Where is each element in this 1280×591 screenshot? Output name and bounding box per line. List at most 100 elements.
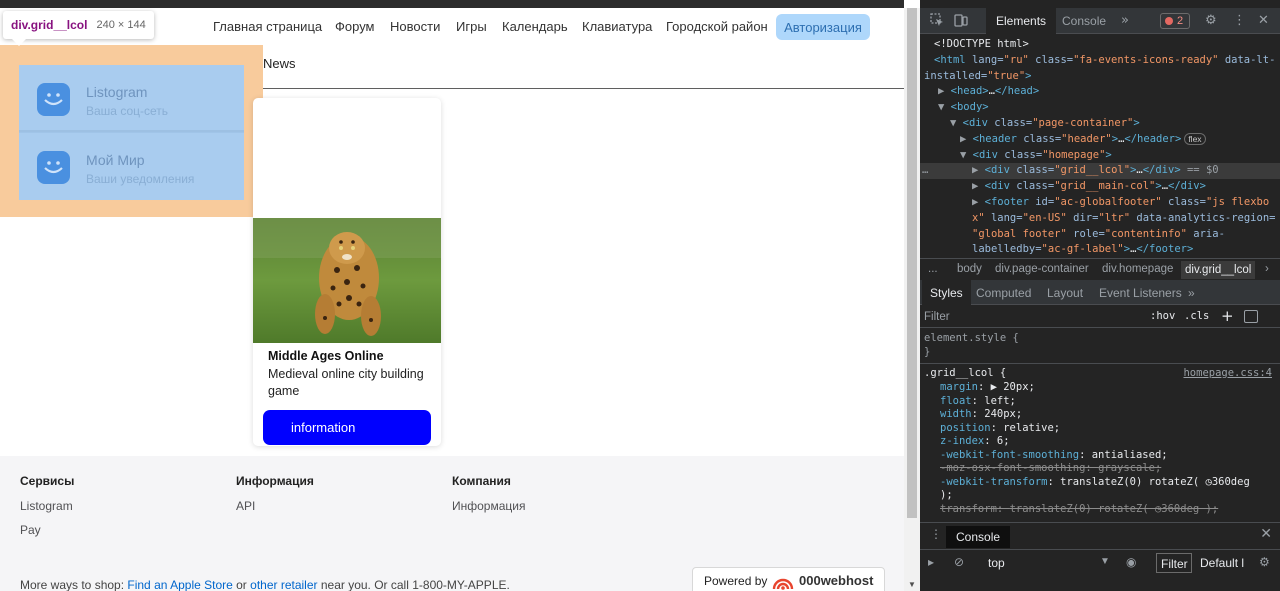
css-property-line[interactable]: -webkit-transform: translateZ(0) rotateZ… <box>920 476 1280 490</box>
nav-item-home[interactable]: Главная страница <box>213 19 322 34</box>
settings-gear-icon[interactable]: ⚙ <box>1205 13 1217 28</box>
css-property-line[interactable]: transform: translateZ(0) rotateZ( ◷360de… <box>920 503 1280 517</box>
lcol-item-my-world[interactable]: Мой Мир Ваши уведомления <box>19 133 244 200</box>
lcol-item-listogram[interactable]: Listogram Ваша соц-сеть <box>19 65 244 132</box>
sidebar-toggle-icon[interactable]: ▸ <box>928 555 934 569</box>
dom-line-actions-icon[interactable]: … <box>922 163 928 179</box>
css-property-line[interactable]: ); <box>920 489 1280 503</box>
close-drawer-icon[interactable]: ✕ <box>1260 526 1272 542</box>
toggle-sidebar-icon[interactable] <box>1244 310 1258 323</box>
more-tabs-icon[interactable]: » <box>1121 13 1129 28</box>
information-button[interactable]: information <box>263 410 431 445</box>
css-property-name[interactable]: -webkit-font-smoothing <box>940 449 1079 461</box>
clear-console-icon[interactable]: ⊘ <box>954 555 964 569</box>
nav-item-keyboard[interactable]: Клавиатура <box>582 19 652 34</box>
tab-layout[interactable]: Layout <box>1047 286 1083 300</box>
css-property-line[interactable]: float: left; <box>920 395 1280 409</box>
more-options-icon[interactable]: ⋮ <box>1233 13 1246 28</box>
close-devtools-icon[interactable]: ✕ <box>1258 13 1269 28</box>
hov-toggle[interactable]: :hov <box>1150 310 1175 322</box>
breadcrumb-homepage[interactable]: div.homepage <box>1102 263 1173 275</box>
new-rule-icon[interactable]: + <box>1221 307 1234 325</box>
drawer-tab-console[interactable]: Console <box>946 526 1011 548</box>
css-property-name[interactable]: z-index <box>940 435 984 447</box>
tab-styles[interactable]: Styles <box>922 280 971 305</box>
styles-filter-input[interactable] <box>924 308 1139 326</box>
css-property-name[interactable]: -moz-osx-font-smoothing <box>940 462 1085 474</box>
css-property-value[interactable]: 6; <box>997 435 1010 447</box>
dom-line[interactable]: ▶ <head>…</head> <box>920 84 1280 100</box>
tab-event-listeners[interactable]: Event Listeners <box>1099 286 1182 300</box>
dom-line[interactable]: ▶ <header class="header">…</header> flex <box>920 132 1280 148</box>
cls-toggle[interactable]: .cls <box>1184 310 1209 322</box>
page-scrollbar[interactable]: ▼ <box>904 8 920 591</box>
footer-link-api[interactable]: API <box>236 499 255 513</box>
live-expression-eye-icon[interactable]: ◉ <box>1126 555 1136 569</box>
dom-line[interactable]: "global footer" role="contentinfo" aria- <box>920 227 1280 243</box>
css-property-name[interactable]: -webkit-transform <box>940 476 1047 488</box>
breadcrumb-scroll-icon[interactable]: › <box>1265 263 1269 275</box>
nav-item-games[interactable]: Игры <box>456 19 487 34</box>
breadcrumb-body[interactable]: body <box>957 263 982 275</box>
dom-line[interactable]: ▼ <div class="homepage"> <box>920 148 1280 164</box>
css-property-line[interactable]: position: relative; <box>920 422 1280 436</box>
css-property-value[interactable]: ); <box>940 489 953 501</box>
device-toolbar-icon[interactable] <box>954 13 968 27</box>
dom-line[interactable]: ▼ <body> <box>920 100 1280 116</box>
rule-source-link[interactable]: homepage.css:4 <box>1183 367 1272 381</box>
css-property-name[interactable]: width <box>940 408 972 420</box>
dom-line[interactable]: ▼ <div class="page-container"> <box>920 116 1280 132</box>
dom-line[interactable]: ▶ <div class="grid__main-col">…</div> <box>920 179 1280 195</box>
css-property-value[interactable]: antialiased; <box>1092 449 1168 461</box>
nav-item-city-district[interactable]: Городской район <box>666 19 768 34</box>
nav-item-calendar[interactable]: Календарь <box>502 19 568 34</box>
scrollbar-thumb[interactable] <box>907 8 917 518</box>
context-dropdown-icon[interactable]: ▼ <box>1100 556 1110 567</box>
powered-by-badge[interactable]: Powered by 000webhost <box>692 567 885 591</box>
tab-computed[interactable]: Computed <box>976 286 1031 300</box>
flex-badge[interactable]: flex <box>1184 132 1206 145</box>
tab-elements[interactable]: Elements <box>986 8 1057 34</box>
css-property-name[interactable]: position <box>940 422 991 434</box>
css-property-line[interactable]: margin: ▶ 20px; <box>920 381 1280 395</box>
footer-link-info[interactable]: Информация <box>452 499 525 513</box>
css-property-value[interactable]: ▶ 20px; <box>991 381 1035 393</box>
css-property-value[interactable]: translateZ(0) rotateZ( ◷360deg ); <box>1010 503 1219 515</box>
error-count-badge[interactable]: 2 <box>1160 13 1190 29</box>
css-property-value[interactable]: translateZ(0) rotateZ( ◷360deg <box>1060 476 1250 488</box>
drawer-menu-icon[interactable]: ⋮ <box>930 527 942 541</box>
more-subtabs-icon[interactable]: » <box>1188 286 1195 300</box>
css-property-line[interactable]: width: 240px; <box>920 408 1280 422</box>
auth-button[interactable]: Авторизация <box>776 14 870 40</box>
css-property-value[interactable]: grayscale; <box>1098 462 1161 474</box>
find-apple-store-link[interactable]: Find an Apple Store <box>127 578 232 591</box>
footer-link-pay[interactable]: Pay <box>20 523 41 537</box>
nav-item-forum[interactable]: Форум <box>335 19 375 34</box>
nav-item-news[interactable]: Новости <box>390 19 440 34</box>
dom-line[interactable]: x" lang="en-US" dir="ltr" data-analytics… <box>920 211 1280 227</box>
dom-line[interactable]: ▶ <footer id="ac-globalfooter" class="js… <box>920 195 1280 211</box>
scroll-down-arrow-icon[interactable]: ▼ <box>908 580 916 589</box>
breadcrumb-page-container[interactable]: div.page-container <box>995 263 1089 275</box>
css-property-line[interactable]: -moz-osx-font-smoothing: grayscale; <box>920 462 1280 476</box>
context-select[interactable]: top <box>988 556 1005 570</box>
css-property-value[interactable]: 240px; <box>984 408 1022 420</box>
log-level-select[interactable]: Default l <box>1200 556 1244 570</box>
dom-line[interactable]: <html lang="ru" class="fa-events-icons-r… <box>920 53 1280 69</box>
css-property-value[interactable]: left; <box>984 395 1016 407</box>
console-settings-gear-icon[interactable]: ⚙ <box>1259 555 1270 569</box>
dom-line[interactable]: labelledby="ac-gf-label">…</footer> <box>920 242 1280 258</box>
dom-line[interactable]: installed="true"> <box>920 69 1280 85</box>
dom-line[interactable]: <!DOCTYPE html> <box>920 37 1280 53</box>
css-property-line[interactable]: z-index: 6; <box>920 435 1280 449</box>
inspect-element-icon[interactable] <box>930 13 944 27</box>
css-property-name[interactable]: transform <box>940 503 997 515</box>
dom-line-selected[interactable]: … ▶ <div class="grid__lcol">…</div> == $0 <box>920 163 1280 180</box>
css-property-name[interactable]: margin <box>940 381 978 393</box>
tab-console[interactable]: Console <box>1062 14 1106 28</box>
breadcrumb-grid-lcol[interactable]: div.grid__lcol <box>1181 261 1256 279</box>
footer-link-listogram[interactable]: Listogram <box>20 499 73 513</box>
css-property-name[interactable]: float <box>940 395 972 407</box>
other-retailer-link[interactable]: other retailer <box>250 578 317 591</box>
console-filter-input[interactable]: Filter <box>1156 553 1192 573</box>
